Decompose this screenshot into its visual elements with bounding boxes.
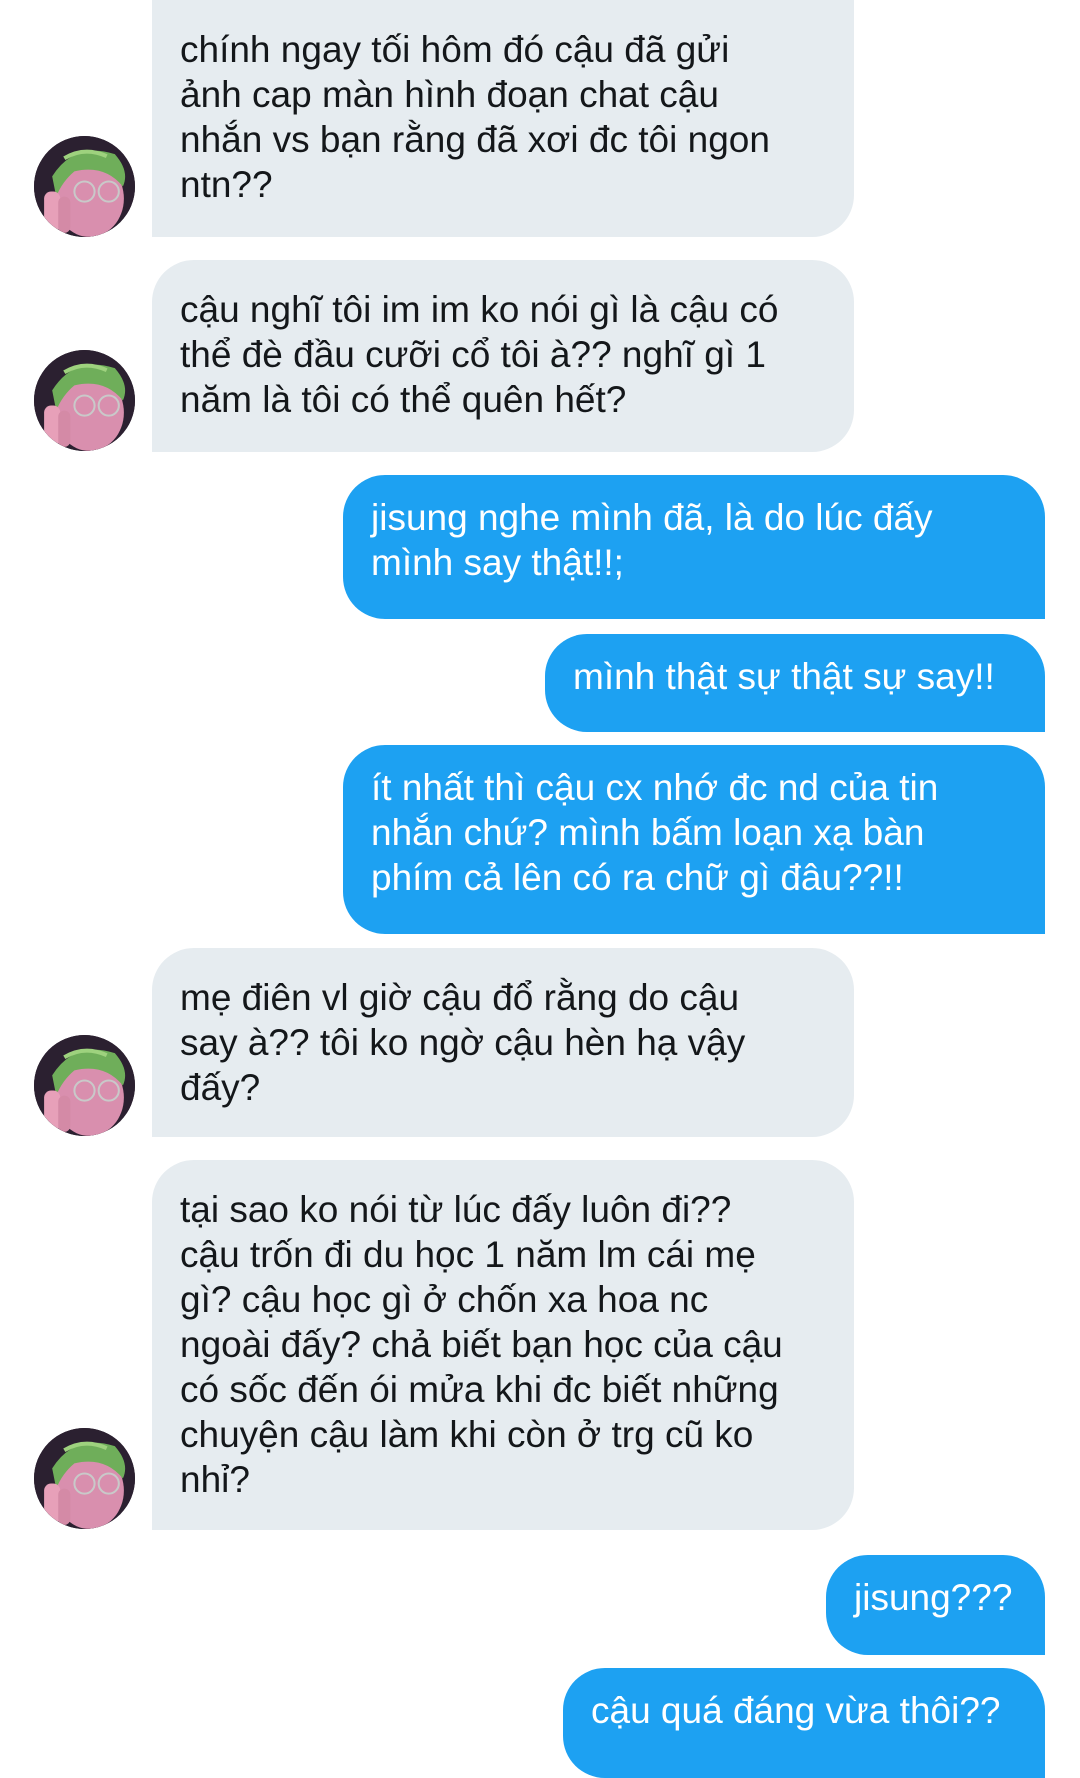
contact-avatar[interactable]	[34, 350, 135, 451]
received-message-bubble[interactable]: cậu nghĩ tôi im im ko nói gì là cậu có t…	[152, 260, 854, 452]
contact-avatar[interactable]	[34, 1035, 135, 1136]
avatar-photo-icon	[34, 350, 135, 451]
sent-message-bubble[interactable]: cậu quá đáng vừa thôi??	[563, 1668, 1045, 1778]
sent-message-bubble[interactable]: jisung???	[826, 1555, 1045, 1655]
contact-avatar[interactable]	[34, 1428, 135, 1529]
received-message-bubble[interactable]: mẹ điên vl giờ cậu đổ rằng do cậu say à?…	[152, 948, 854, 1137]
avatar-photo-icon	[34, 1035, 135, 1136]
sent-message-bubble[interactable]: mình thật sự thật sự say!!	[545, 634, 1045, 732]
avatar-photo-icon	[34, 136, 135, 237]
sent-message-bubble[interactable]: jisung nghe mình đã, là do lúc đấy mình …	[343, 475, 1045, 619]
received-message-bubble[interactable]: chính ngay tối hôm đó cậu đã gửi ảnh cap…	[152, 0, 854, 237]
contact-avatar[interactable]	[34, 136, 135, 237]
avatar-photo-icon	[34, 1428, 135, 1529]
received-message-bubble[interactable]: tại sao ko nói từ lúc đấy luôn đi?? cậu …	[152, 1160, 854, 1530]
sent-message-bubble[interactable]: ít nhất thì cậu cx nhớ đc nd của tin nhắ…	[343, 745, 1045, 934]
